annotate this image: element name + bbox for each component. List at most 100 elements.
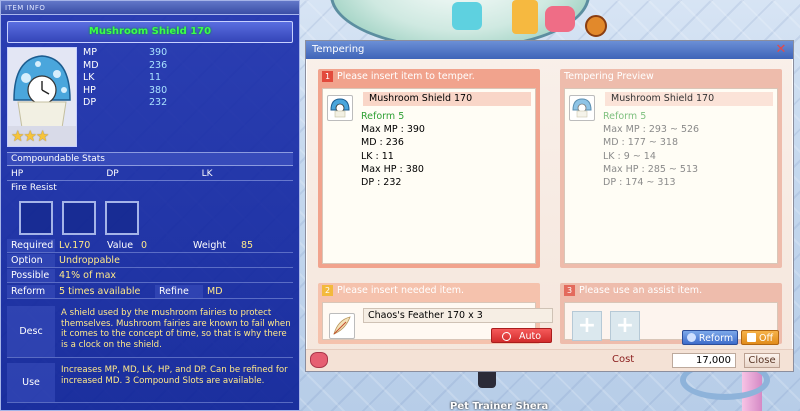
star-rating: ★★★ xyxy=(11,127,49,145)
off-icon xyxy=(746,333,756,342)
cost-label: Cost xyxy=(612,354,635,365)
auto-button[interactable]: Auto xyxy=(491,328,552,343)
stat-value: 390 xyxy=(149,47,168,58)
step1-label: Please insert item to temper. xyxy=(337,71,475,82)
reform-value: 5 times available xyxy=(59,286,141,297)
reform-count: Reform 5 xyxy=(361,111,405,122)
stat-line: Max MP : 390 xyxy=(361,124,425,136)
reform-button[interactable]: Reform xyxy=(682,330,738,345)
stat-range-line: LK : 9 ~ 14 xyxy=(603,150,656,162)
stat-range-line: MD : 177 ~ 318 xyxy=(603,137,679,149)
needed-item-panel: Chaos's Feather 170 x 3 Auto xyxy=(318,298,553,344)
feather-thumb-icon[interactable] xyxy=(329,313,355,339)
preview-panel: Mushroom Shield 170 Reform 5 Max MP : 29… xyxy=(560,84,782,268)
use-text: Increases MP, MD, LK, HP, and DP. Can be… xyxy=(61,365,288,386)
stat-line: DP : 232 xyxy=(361,177,402,189)
reform-label: Reform xyxy=(7,285,55,298)
step-number: 3 xyxy=(564,285,575,296)
preview-item-name: Mushroom Shield 170 xyxy=(605,92,773,106)
reform-icon xyxy=(686,333,696,342)
stat-range-line: DP : 174 ~ 313 xyxy=(603,177,676,189)
refine-value: MD xyxy=(207,286,223,297)
off-button[interactable]: Off xyxy=(741,330,779,345)
preview-header: Tempering Preview xyxy=(560,69,782,84)
step-number: 2 xyxy=(322,285,333,296)
candy-decoration xyxy=(452,2,482,30)
required-value: Lv.170 xyxy=(59,240,91,251)
step3-label: Please use an assist item. xyxy=(579,285,703,296)
step2-header: 2 Please insert needed item. xyxy=(318,283,540,298)
value-label: Value xyxy=(107,240,134,251)
item-info-titlebar[interactable]: ITEM INFO xyxy=(1,1,299,15)
reform-count: Reform 5 xyxy=(603,111,647,122)
compoundable-stats-header: Compoundable Stats xyxy=(7,152,293,166)
tempering-window[interactable]: Tempering ✕ 1 Please insert item to tempe… xyxy=(305,40,794,372)
close-button[interactable]: Close xyxy=(744,353,780,368)
stat-range-line: Max HP : 285 ~ 513 xyxy=(603,163,699,175)
feather-icon xyxy=(333,316,351,335)
item-name: Mushroom Shield 170 xyxy=(7,21,293,43)
compound-stats-row: HP DP LK xyxy=(7,168,293,181)
desc-text: A shield used by the mushroom fairies to… xyxy=(61,308,291,350)
cost-value: 17,000 xyxy=(672,353,736,368)
stat-value: 11 xyxy=(149,72,162,83)
desc-row: Desc A shield used by the mushroom fairi… xyxy=(7,306,293,358)
needed-item-name: Chaos's Feather 170 x 3 xyxy=(363,308,553,323)
assist-slot-1-plus-icon[interactable]: + xyxy=(572,311,602,341)
value-value: 0 xyxy=(141,240,148,251)
compound-stat: DP xyxy=(106,169,119,179)
temper-item-panel: Mushroom Shield 170 Reform 5 Max MP : 39… xyxy=(318,84,540,268)
stat-label: MP xyxy=(83,47,97,58)
stat-row: LK 11 xyxy=(81,72,201,85)
stat-row: DP 232 xyxy=(81,97,201,110)
compound-stat: LK xyxy=(201,169,213,179)
tempering-titlebar[interactable]: Tempering xyxy=(306,41,793,59)
reform-row: Reform 5 times available Refine MD xyxy=(7,285,293,299)
close-icon[interactable]: ✕ xyxy=(774,43,788,57)
preview-card: Mushroom Shield 170 Reform 5 Max MP : 29… xyxy=(564,88,778,264)
compound-stat: HP xyxy=(11,169,24,179)
desc-label: Desc xyxy=(7,306,55,357)
stat-line: Max HP : 380 xyxy=(361,163,424,175)
item-info-window[interactable]: ITEM INFO Mushroom Shield 170 ★★★ MP 390 … xyxy=(0,0,300,411)
stat-value: 232 xyxy=(149,97,168,108)
option-value: Undroppable xyxy=(59,255,120,266)
auto-button-label: Auto xyxy=(518,331,542,342)
reform-button-label: Reform xyxy=(698,333,734,344)
use-label: Use xyxy=(7,363,55,402)
needed-item-card[interactable]: Chaos's Feather 170 x 3 Auto xyxy=(322,302,553,343)
refine-label: Refine xyxy=(155,285,203,298)
compound-slot-1[interactable] xyxy=(19,201,53,235)
stat-line: MD : 236 xyxy=(361,137,404,149)
stat-label: MD xyxy=(83,59,99,71)
use-row: Use Increases MP, MD, LK, HP, and DP. Ca… xyxy=(7,363,293,403)
tempering-footer: Cost 17,000 Close xyxy=(306,349,793,371)
compound-slot-2[interactable] xyxy=(62,201,96,235)
temper-item-card[interactable]: Mushroom Shield 170 Reform 5 Max MP : 39… xyxy=(322,88,536,264)
compound-slot-3[interactable] xyxy=(105,201,139,235)
weight-value: 85 xyxy=(241,240,254,251)
possible-row: Possible 41% of max xyxy=(7,269,293,283)
weight-label: Weight xyxy=(193,240,227,251)
stat-row: MD 236 xyxy=(81,60,201,73)
assist-slot-2-plus-icon[interactable]: + xyxy=(610,311,640,341)
mushroom-shield-thumb-icon[interactable] xyxy=(327,95,353,121)
preview-stats: Reform 5 Max MP : 293 ~ 526 MD : 177 ~ 3… xyxy=(603,110,699,189)
required-row: Required Lv.170 Value 0 Weight 85 xyxy=(7,239,293,253)
stat-row: HP 380 xyxy=(81,85,201,98)
fire-resist-label: Fire Resist xyxy=(11,183,57,193)
current-stats: Reform 5 Max MP : 390 MD : 236 LK : 11 M… xyxy=(361,110,425,189)
option-label: Option xyxy=(7,254,55,267)
npc-name-label[interactable]: Pet Trainer Shera xyxy=(450,401,548,411)
step2-label: Please insert needed item. xyxy=(337,285,465,296)
possible-value: 41% of max xyxy=(59,270,117,281)
stat-label: DP xyxy=(83,97,97,108)
stat-value: 380 xyxy=(149,84,168,96)
step3-header: 3 Please use an assist item. xyxy=(560,283,782,298)
candy-decoration xyxy=(545,6,575,32)
candy-decoration xyxy=(512,0,538,34)
required-label: Required xyxy=(7,239,55,252)
mushroom-shield-icon xyxy=(572,98,592,118)
step-number: 1 xyxy=(322,71,333,82)
npc-character[interactable] xyxy=(585,15,607,37)
